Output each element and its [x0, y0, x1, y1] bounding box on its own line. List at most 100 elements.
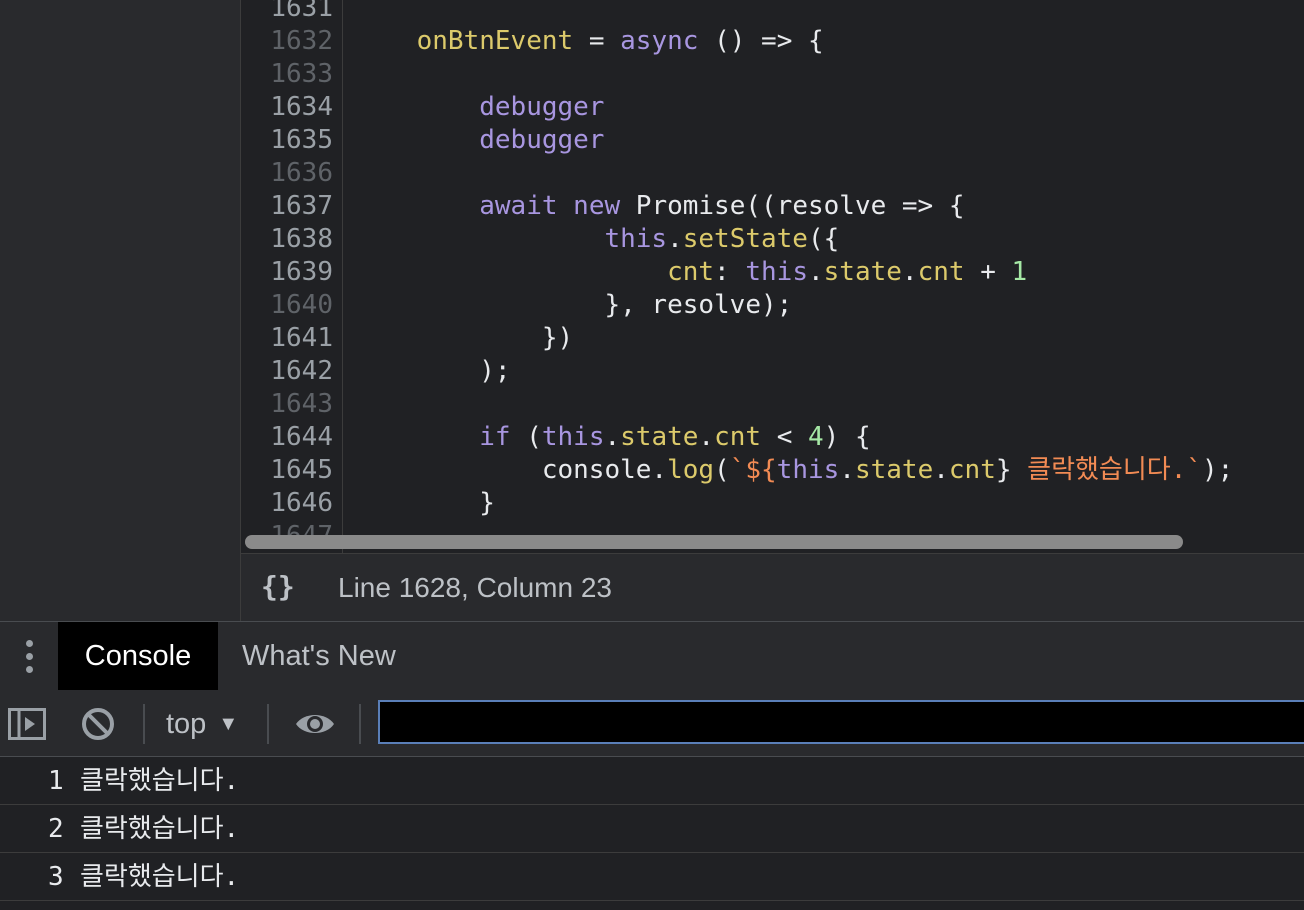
- clear-console-icon[interactable]: [81, 707, 115, 741]
- code-token: debugger: [479, 92, 605, 122]
- line-number[interactable]: 1639: [241, 256, 333, 289]
- tab-console[interactable]: Console: [58, 622, 218, 690]
- execution-context-select[interactable]: top ▼: [166, 704, 238, 744]
- message-text: 클락했습니다.: [80, 862, 240, 892]
- code-text: cnt: this.state.cnt + 1: [354, 256, 1027, 289]
- code-token: onBtnEvent: [416, 26, 574, 56]
- code-line: 1633: [241, 58, 1304, 91]
- sidebar-toggle-icon[interactable]: [8, 708, 46, 740]
- code-token: (: [510, 422, 542, 452]
- toolbar-divider: [143, 704, 145, 744]
- code-line: 1632 onBtnEvent = async () => {: [241, 25, 1304, 58]
- message-text: 클락했습니다.: [80, 814, 240, 844]
- code-editor[interactable]: 1631 1632 onBtnEvent = async () => {1633 1…: [241, 0, 1304, 553]
- code-text: onBtnEvent = async () => {: [354, 25, 824, 58]
- console-toolbar: top ▼: [0, 690, 1304, 757]
- code-token: }: [995, 455, 1028, 485]
- code-token: cnt: [714, 422, 762, 452]
- line-number[interactable]: 1635: [241, 124, 333, 157]
- code-line: 1637 await new Promise((resolve => {: [241, 190, 1304, 223]
- code-line: 1645 console.log(`${this.state.cnt} 클락했습…: [241, 454, 1304, 487]
- pretty-print-icon[interactable]: {}: [261, 570, 295, 603]
- toolbar-divider: [359, 704, 361, 744]
- code-text: await new Promise((resolve => {: [354, 190, 965, 223]
- code-text: }: [354, 487, 495, 520]
- horizontal-scrollbar[interactable]: [245, 535, 1183, 549]
- line-number[interactable]: 1631: [241, 0, 333, 25]
- code-token: this: [604, 224, 668, 254]
- live-expression-eye-icon[interactable]: [294, 711, 336, 737]
- code-token: ) {: [823, 422, 871, 452]
- code-text: this.setState({: [354, 223, 839, 256]
- line-number[interactable]: 1638: [241, 223, 333, 256]
- code-token: if: [479, 422, 511, 452]
- code-token: console.: [354, 455, 668, 485]
- code-token: :: [714, 257, 746, 287]
- code-token: this: [745, 257, 808, 287]
- code-token: async: [620, 26, 699, 56]
- tab-whats-new[interactable]: What's New: [242, 622, 396, 690]
- code-line: 1646 }: [241, 487, 1304, 520]
- code-token: }): [354, 323, 574, 353]
- code-line: 1635 debugger: [241, 124, 1304, 157]
- line-number[interactable]: 1632: [241, 25, 333, 58]
- line-number[interactable]: 1636: [241, 157, 333, 190]
- code-token: await: [479, 191, 558, 221]
- code-line: 1636: [241, 157, 1304, 190]
- editor-status-bar: {} Line 1628, Column 23: [241, 553, 1304, 622]
- code-token: .: [604, 422, 621, 452]
- dropdown-arrow-icon: ▼: [218, 713, 239, 735]
- line-number[interactable]: 1645: [241, 454, 333, 487]
- line-number[interactable]: 1633: [241, 58, 333, 91]
- code-line: 1639 cnt: this.state.cnt + 1: [241, 256, 1304, 289]
- code-token: this: [776, 455, 840, 485]
- code-token: state: [620, 422, 699, 452]
- code-text: debugger: [354, 124, 604, 157]
- message-count: 1: [48, 766, 64, 796]
- code-token: );: [354, 356, 511, 386]
- code-token: <: [761, 422, 809, 452]
- console-filter-input[interactable]: [378, 700, 1304, 744]
- code-line: 1643: [241, 388, 1304, 421]
- line-number[interactable]: 1646: [241, 487, 333, 520]
- code-line: 1631: [241, 0, 1304, 25]
- more-tools-icon[interactable]: [21, 640, 37, 674]
- message-count: 2: [48, 814, 64, 844]
- line-number[interactable]: 1634: [241, 91, 333, 124]
- code-token: =: [573, 26, 621, 56]
- code-line: 1641 }): [241, 322, 1304, 355]
- line-number[interactable]: 1644: [241, 421, 333, 454]
- code-token: }, resolve);: [354, 290, 793, 320]
- code-text: console.log(`${this.state.cnt} 클락했습니다.`)…: [354, 454, 1233, 487]
- line-number[interactable]: 1640: [241, 289, 333, 322]
- code-token: 4: [808, 422, 824, 452]
- console-message: 3 클락했습니다.: [0, 853, 1304, 901]
- code-token: Promise((resolve => {: [620, 191, 965, 221]
- code-text: if (this.state.cnt < 4) {: [354, 421, 871, 454]
- code-line: 1640 }, resolve);: [241, 289, 1304, 322]
- line-number[interactable]: 1643: [241, 388, 333, 421]
- code-token: }: [354, 488, 495, 518]
- line-number[interactable]: 1641: [241, 322, 333, 355]
- code-token: );: [1202, 455, 1234, 485]
- code-token: .: [698, 422, 715, 452]
- code-token: cnt: [948, 455, 996, 485]
- code-token: .: [933, 455, 949, 485]
- message-count: 3: [48, 862, 64, 892]
- code-token: (: [714, 455, 730, 485]
- toolbar-divider: [267, 704, 269, 744]
- code-token: ({: [807, 224, 840, 254]
- line-number[interactable]: 1637: [241, 190, 333, 223]
- code-line: 1638 this.setState({: [241, 223, 1304, 256]
- line-number[interactable]: 1642: [241, 355, 333, 388]
- cursor-position: Line 1628, Column 23: [338, 572, 612, 603]
- code-token: () => {: [698, 26, 824, 56]
- code-line: 1634 debugger: [241, 91, 1304, 124]
- drawer-tab-bar: Console What's New: [0, 621, 1304, 691]
- console-message: 2 클락했습니다.: [0, 805, 1304, 853]
